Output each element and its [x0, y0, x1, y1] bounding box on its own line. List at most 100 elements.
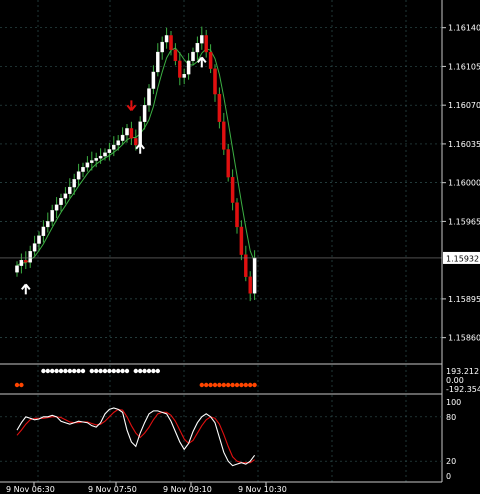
signal-dot-white — [45, 368, 50, 374]
candle-body — [76, 171, 81, 180]
time-tick-label: 9 Nov 07:50 — [88, 485, 137, 494]
stochastic-tick-label: 0 — [446, 472, 451, 481]
signal-dot-white — [107, 368, 112, 374]
candle-body — [226, 149, 230, 178]
candle-body — [156, 51, 160, 73]
signal-dot-white — [111, 368, 117, 374]
signal-dot-white — [142, 368, 147, 374]
signal-dot-orange — [252, 382, 257, 388]
candle-body — [112, 144, 116, 150]
signal-dot-white — [63, 368, 68, 374]
candle-body — [186, 60, 191, 75]
price-tick-label: 1.16105 — [448, 62, 480, 71]
candle-body — [63, 193, 68, 199]
signal-dot-orange — [204, 382, 209, 388]
price-tick-label: 1.15895 — [448, 295, 480, 304]
signal-dot-orange — [199, 382, 204, 388]
time-tick-label: 9 Nov 09:10 — [163, 485, 212, 494]
candle-body — [94, 158, 98, 161]
candle-body — [147, 88, 151, 106]
current-price-tag: 1.15932 — [443, 251, 480, 264]
signal-dot-white — [76, 368, 81, 374]
candle-body — [41, 226, 46, 236]
signal-level-label: -192.3545 — [446, 385, 480, 394]
candle-body — [239, 226, 244, 255]
candle-body — [142, 105, 147, 122]
signal-dot-white — [54, 368, 59, 374]
signal-dot-orange — [234, 382, 240, 388]
signal-dot-orange — [221, 382, 226, 388]
candle-body — [15, 265, 19, 273]
signal-dot-orange — [226, 382, 231, 388]
candle-body — [81, 167, 85, 172]
signal-dot-white — [102, 368, 108, 374]
signal-dot-white — [151, 368, 156, 374]
candle-body — [252, 257, 257, 294]
trading-chart[interactable]: 1.16140 1.16105 1.16070 1.16035 1.16000 1.159… — [0, 0, 480, 494]
candle-body — [46, 221, 50, 228]
time-tick-label: 9 Nov 06:30 — [6, 485, 55, 494]
candle-body — [173, 49, 178, 62]
candle-body — [204, 35, 208, 53]
signal-dot-orange — [14, 382, 20, 388]
candle-body — [169, 35, 173, 50]
candle-body — [120, 134, 125, 141]
signal-dot-orange — [248, 382, 253, 388]
price-tick-label: 1.15965 — [448, 217, 480, 226]
candle-body — [195, 43, 200, 53]
candle-body — [54, 204, 59, 211]
candle-body — [191, 51, 195, 62]
price-tick-label: 1.15860 — [448, 334, 480, 343]
signal-dot-white — [58, 368, 64, 374]
signal-dot-orange — [230, 382, 235, 388]
signal-dot-white — [50, 368, 55, 374]
stochastic-tick-label: 20 — [446, 457, 456, 466]
candle-body — [28, 251, 32, 263]
candle-body — [217, 93, 222, 122]
signal-level-label: 0.00 — [446, 376, 464, 385]
candle-body — [19, 260, 24, 266]
signal-dot-white — [94, 368, 99, 374]
signal-dot-white — [98, 368, 103, 374]
candle-body — [200, 35, 204, 44]
candle-body — [129, 128, 134, 139]
candle-body — [208, 51, 213, 69]
price-tick-label: 1.16000 — [448, 179, 480, 188]
signal-dot-white — [72, 368, 77, 374]
signal-dot-orange — [212, 382, 218, 388]
candle-body — [24, 260, 28, 263]
candle-body — [107, 149, 112, 153]
candle-body — [32, 243, 37, 252]
stochastic-tick-label: 80 — [446, 413, 456, 422]
signal-dot-orange — [243, 382, 248, 388]
candle-body — [85, 162, 90, 168]
signal-dot-white — [41, 368, 46, 374]
signal-dot-orange — [208, 382, 213, 388]
price-tick-label: 1.16140 — [448, 24, 480, 33]
candle-body — [213, 68, 217, 95]
stochastic-tick-label: 100 — [446, 398, 461, 407]
candle-body — [125, 128, 129, 136]
candle-body — [230, 176, 235, 203]
signal-dot-white — [138, 368, 143, 374]
signal-dot-orange — [239, 382, 244, 388]
price-tick-label: 1.16035 — [448, 140, 480, 149]
signal-dot-orange — [19, 382, 24, 388]
candle-body — [50, 210, 54, 222]
candle-body — [72, 179, 76, 188]
candle-body — [164, 35, 169, 43]
candle-body — [90, 160, 94, 163]
signal-dot-white — [67, 368, 73, 374]
candle-body — [151, 71, 156, 89]
candle-body — [37, 235, 41, 244]
signal-dot-white — [89, 368, 95, 374]
candle-body — [182, 74, 186, 78]
candle-body — [248, 276, 252, 294]
candle-body — [116, 140, 120, 146]
candle-body — [68, 186, 72, 194]
time-tick-label: 9 Nov 10:30 — [238, 485, 287, 494]
signal-dot-white — [116, 368, 121, 374]
current-price-label: 1.15932 — [446, 254, 479, 263]
signal-dot-white — [124, 368, 130, 374]
signal-dot-white — [146, 368, 152, 374]
